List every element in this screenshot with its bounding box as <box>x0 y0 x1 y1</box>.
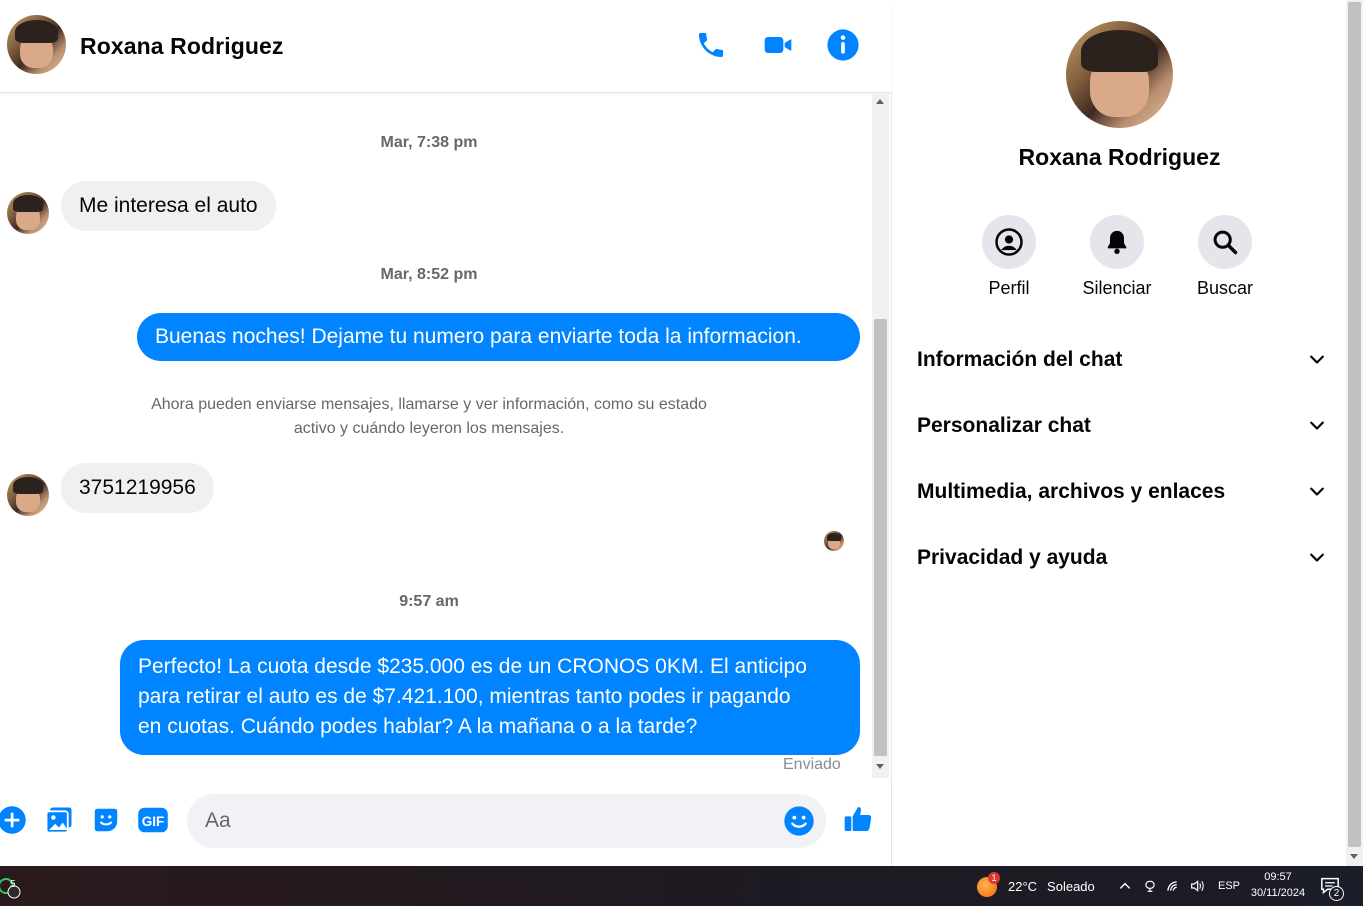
scroll-up-arrow[interactable] <box>876 99 884 104</box>
bell-icon <box>1090 215 1144 269</box>
notifications-icon[interactable]: 2 <box>1320 866 1344 906</box>
notifications-badge: 2 <box>1329 886 1344 901</box>
section-title: Privacidad y ayuda <box>917 546 1108 569</box>
profile-icon <box>982 215 1036 269</box>
messenger-window: Roxana Rodriguez Mar, 7:38 pm Me interes… <box>0 0 1363 906</box>
clock-date: 30/11/2024 <box>1250 887 1306 899</box>
phone-icon[interactable] <box>694 28 728 62</box>
mute-label: Silenciar <box>1082 278 1152 298</box>
profile-avatar[interactable] <box>1066 21 1173 128</box>
seen-indicator-avatar <box>824 531 844 551</box>
scroll-down-arrow[interactable] <box>1350 854 1358 859</box>
message-list: Mar, 7:38 pm Me interesa el auto Mar, 8:… <box>0 94 872 780</box>
weather-sun-icon: 1 <box>977 872 1000 897</box>
contact-name[interactable]: Roxana Rodriguez <box>80 33 284 60</box>
weather-widget[interactable]: 1 22°C Soleado <box>977 866 1095 906</box>
chevron-up-icon <box>1119 882 1131 889</box>
input-language[interactable]: ESP <box>1218 866 1240 906</box>
section-title: Información del chat <box>917 348 1123 371</box>
message-line: en cuotas. Cuándo podes hablar? A la mañ… <box>138 715 698 738</box>
outgoing-message[interactable]: Buenas noches! Dejame tu numero para env… <box>137 313 860 361</box>
search-label: Buscar <box>1196 278 1254 298</box>
show-hidden-icons-button[interactable] <box>1118 866 1132 906</box>
weather-desc: Soleado <box>1047 878 1095 894</box>
meet-now-icon[interactable] <box>1143 866 1157 906</box>
emoji-icon[interactable] <box>783 805 815 837</box>
scroll-thumb[interactable] <box>874 319 887 756</box>
sticker-icon[interactable] <box>90 804 122 836</box>
incoming-message[interactable]: Me interesa el auto <box>61 181 276 231</box>
chat-panel: Roxana Rodriguez Mar, 7:38 pm Me interes… <box>0 0 892 866</box>
system-note-line: Ahora pueden enviarse mensajes, llamarse… <box>151 396 707 413</box>
chat-scrollbar[interactable] <box>872 94 889 778</box>
system-note-line: activo y cuándo leyeron los mensajes. <box>293 420 565 437</box>
section-privacy-help[interactable]: Privacidad y ayuda <box>917 538 1327 578</box>
message-timestamp: Mar, 7:38 pm <box>380 134 478 151</box>
taskbar-app-icon[interactable]: 5 <box>0 866 24 906</box>
search-icon <box>1198 215 1252 269</box>
outgoing-message[interactable]: Perfecto! La cuota desde $235.000 es de … <box>120 640 860 755</box>
thumbs-up-icon[interactable] <box>842 803 874 835</box>
section-chat-info[interactable]: Información del chat <box>917 340 1327 380</box>
gif-icon[interactable]: GIF <box>137 804 169 836</box>
contact-avatar[interactable] <box>7 15 66 74</box>
section-title: Multimedia, archivos y enlaces <box>917 480 1226 503</box>
weather-temp: 22°C <box>1008 878 1038 894</box>
gif-label: GIF <box>142 814 165 829</box>
section-media-files-links[interactable]: Multimedia, archivos y enlaces <box>917 472 1327 512</box>
app-badge: 5 <box>10 879 16 890</box>
message-timestamp: 9:57 am <box>399 593 459 610</box>
chevron-down-icon <box>1310 355 1324 364</box>
section-customize-chat[interactable]: Personalizar chat <box>917 406 1327 446</box>
system-note: Ahora pueden enviarse mensajes, llamarse… <box>100 393 758 441</box>
mute-button[interactable]: Silenciar <box>1072 215 1162 299</box>
search-button[interactable]: Buscar <box>1180 215 1270 299</box>
message-status: Enviado <box>783 756 841 773</box>
message-input[interactable] <box>205 794 765 848</box>
profile-button[interactable]: Perfil <box>964 215 1054 299</box>
chevron-down-icon <box>1310 487 1324 496</box>
message-line: para retirar el auto es de $7.421.100, m… <box>138 685 791 708</box>
chevron-down-icon <box>1310 553 1324 562</box>
page-scrollbar[interactable] <box>1346 0 1363 866</box>
info-icon[interactable] <box>826 28 860 62</box>
page-scroll-thumb[interactable] <box>1348 2 1361 847</box>
scroll-down-arrow[interactable] <box>876 764 884 769</box>
video-call-icon[interactable] <box>761 28 795 62</box>
message-input-box[interactable] <box>187 794 826 848</box>
windows-taskbar: 5 1 22°C Soleado ESP 09:57 30/11/2024 2 <box>0 866 1363 906</box>
composer: GIF <box>0 780 892 866</box>
sender-avatar[interactable] <box>7 192 49 234</box>
volume-icon[interactable] <box>1189 866 1205 906</box>
chevron-down-icon <box>1310 421 1324 430</box>
section-title: Personalizar chat <box>917 414 1091 437</box>
sender-avatar[interactable] <box>7 474 49 516</box>
message-line: Perfecto! La cuota desde $235.000 es de … <box>138 655 807 678</box>
incoming-message[interactable]: 3751219956 <box>61 463 214 513</box>
image-icon[interactable] <box>43 804 75 836</box>
wifi-icon[interactable] <box>1166 866 1182 906</box>
clock-time: 09:57 <box>1264 871 1292 883</box>
weather-alert-badge: 1 <box>988 872 1000 884</box>
message-timestamp: Mar, 8:52 pm <box>380 266 478 283</box>
profile-label: Perfil <box>988 278 1030 298</box>
profile-name: Roxana Rodriguez <box>1018 144 1221 170</box>
chat-header: Roxana Rodriguez <box>0 0 892 93</box>
plus-icon[interactable] <box>0 804 28 836</box>
taskbar-clock[interactable]: 09:57 30/11/2024 <box>1244 869 1312 901</box>
conversation-info-panel: Roxana Rodriguez Perfil Silenciar Buscar… <box>893 0 1346 866</box>
